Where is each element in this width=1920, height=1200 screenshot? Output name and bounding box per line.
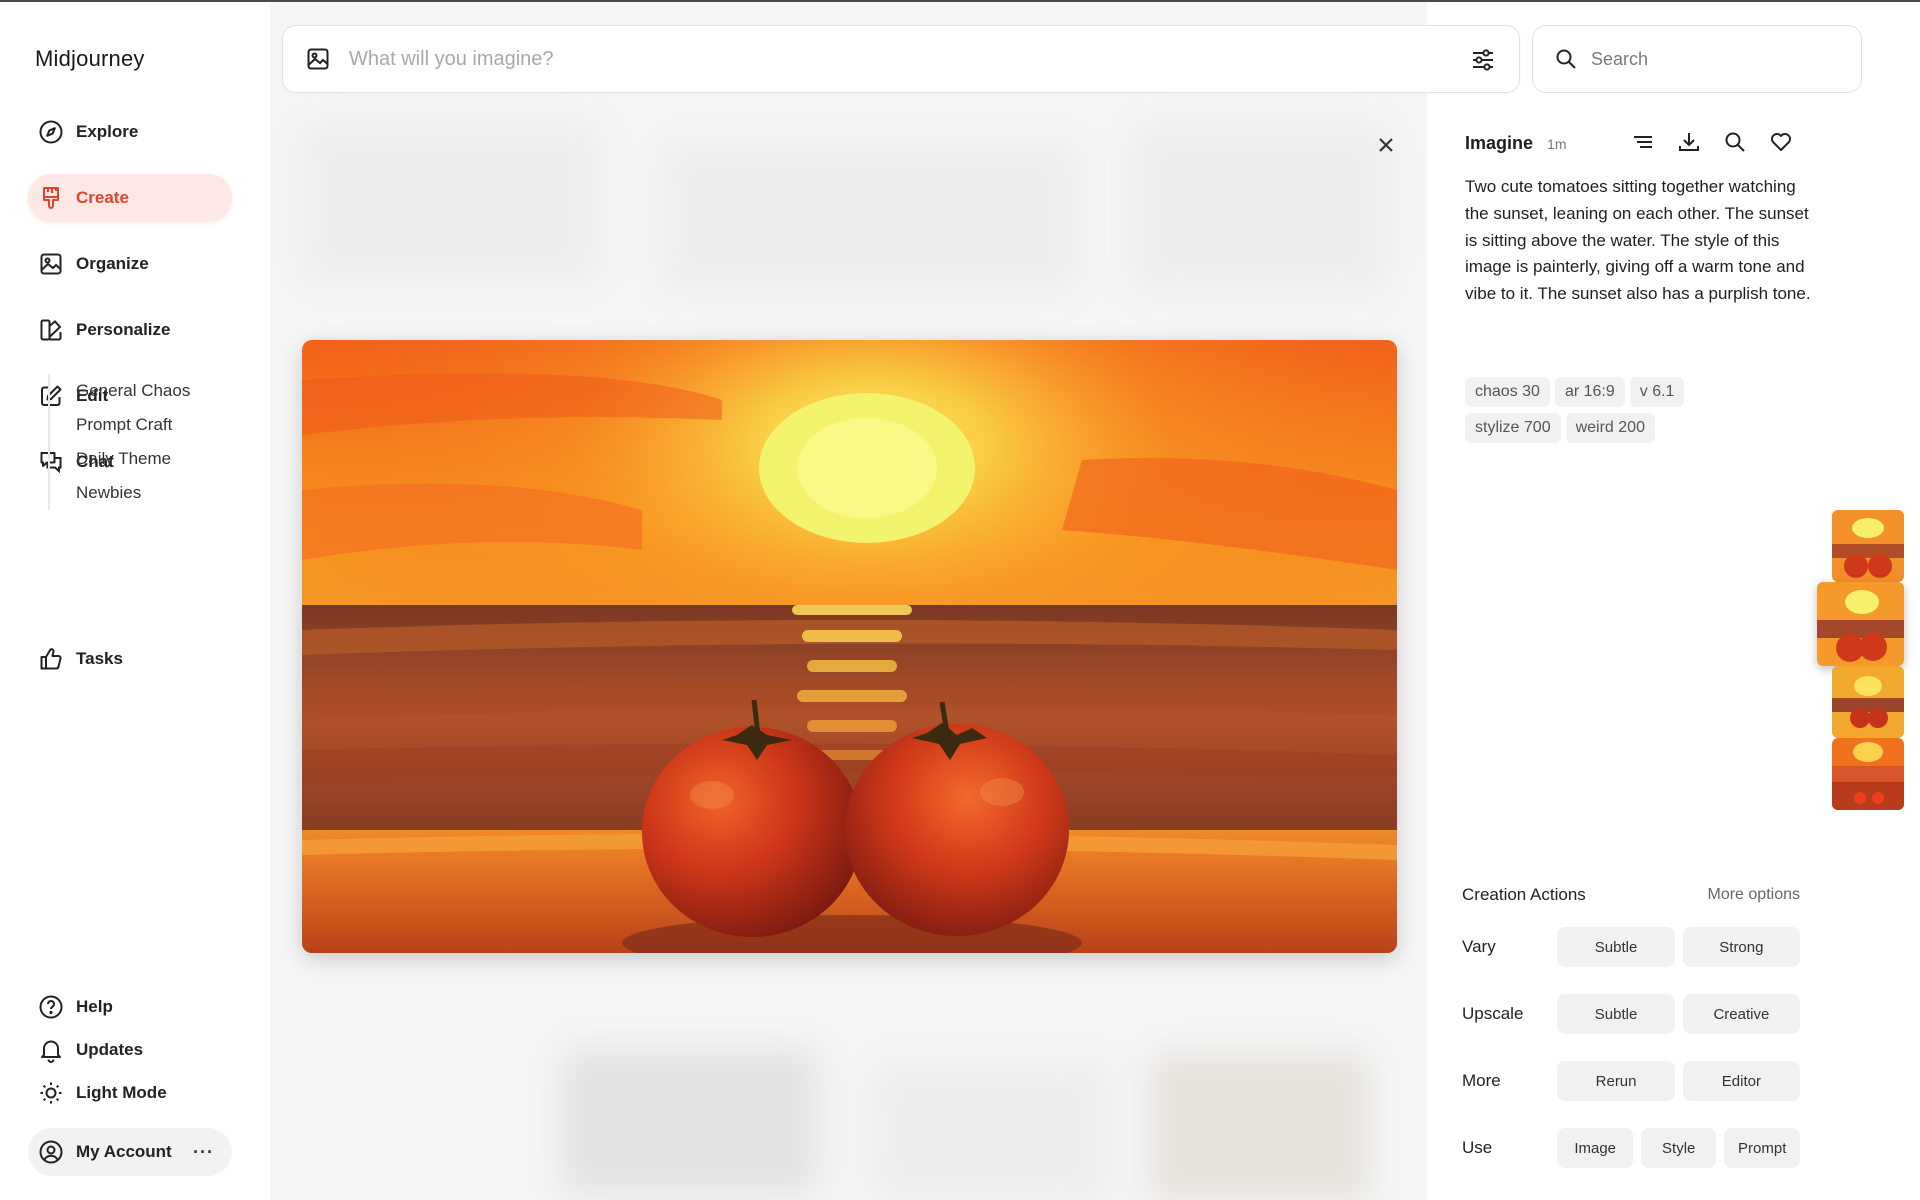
my-account-button[interactable]: My Account ··· (28, 1128, 232, 1176)
nav-item-personalize[interactable]: Personalize (28, 306, 232, 354)
param-tag[interactable]: chaos 30 (1465, 377, 1550, 407)
search-icon[interactable] (1722, 129, 1748, 155)
generated-image[interactable] (302, 340, 1397, 953)
paintbrush-icon (43, 187, 59, 209)
detail-toolbar (1630, 129, 1794, 155)
palette-icon (40, 319, 62, 341)
sliders-settings-icon[interactable] (1469, 46, 1497, 74)
brand-logo-text[interactable]: Midjourney (35, 46, 145, 72)
nav-label: Help (76, 997, 113, 1016)
variation-thumbnail[interactable] (1832, 666, 1904, 738)
row-label: More (1462, 1071, 1501, 1090)
nav-label: Personalize (76, 320, 171, 339)
vary-strong-button[interactable]: Strong (1682, 927, 1801, 967)
nav-label: Explore (76, 122, 139, 141)
nav-label: Tasks (76, 649, 123, 668)
image-upload-icon[interactable] (305, 46, 331, 72)
editor-button[interactable]: Editor (1682, 1061, 1801, 1101)
user-circle-icon (39, 1140, 63, 1164)
nav-label: Organize (76, 254, 149, 273)
blurred-feed-item (300, 122, 600, 282)
more-row: More Rerun Editor (1462, 1061, 1801, 1101)
prompt-bar (282, 25, 1520, 93)
close-icon[interactable] (1372, 131, 1400, 159)
nav-item-light-mode[interactable]: Light Mode (28, 1073, 232, 1113)
parameter-tags: chaos 30 ar 16:9 v 6.1 stylize 700 weird… (1465, 377, 1765, 443)
nav-item-create[interactable]: Create (28, 174, 232, 222)
chat-channel-list: General Chaos Prompt Craft Daily Theme N… (48, 374, 190, 510)
rerun-button[interactable]: Rerun (1557, 1061, 1675, 1101)
row-label: Use (1462, 1138, 1493, 1157)
detail-age: 1m (1547, 136, 1567, 152)
more-dots-icon[interactable]: ··· (193, 1142, 214, 1163)
download-icon[interactable] (1676, 129, 1702, 155)
sun-icon (40, 1082, 62, 1104)
search-icon (1556, 49, 1576, 69)
row-label: Vary (1462, 937, 1496, 956)
vary-row: Vary Subtle Strong (1462, 927, 1801, 967)
vary-subtle-button[interactable]: Subtle (1557, 927, 1675, 967)
param-tag[interactable]: v 6.1 (1629, 377, 1685, 407)
variation-thumbnail-selected[interactable] (1817, 582, 1904, 666)
heart-icon[interactable] (1768, 129, 1794, 155)
variation-thumbnail[interactable] (1832, 738, 1904, 810)
upscale-row: Upscale Subtle Creative (1462, 994, 1801, 1034)
nav-item-updates[interactable]: Updates (28, 1030, 232, 1070)
menu-lines-icon[interactable] (1630, 129, 1656, 155)
use-prompt-button[interactable]: Prompt (1724, 1128, 1800, 1168)
question-circle-icon (39, 995, 63, 1019)
nav-item-explore[interactable]: Explore (28, 108, 232, 156)
use-style-button[interactable]: Style (1640, 1128, 1717, 1168)
detail-title: Imagine (1465, 133, 1534, 153)
blurred-feed-item (560, 1047, 820, 1197)
creation-actions-header: Creation Actions More options (1462, 880, 1800, 910)
param-tag[interactable]: ar 16:9 (1554, 377, 1625, 407)
nav-label: Create (76, 188, 129, 207)
chat-channel-daily-theme[interactable]: Daily Theme (76, 442, 190, 476)
variation-thumbnail[interactable] (1832, 510, 1904, 582)
use-image-button[interactable]: Image (1557, 1128, 1633, 1168)
upscale-creative-button[interactable]: Creative (1682, 994, 1801, 1034)
more-options-link[interactable]: More options (1708, 886, 1801, 904)
blurred-feed-item (1130, 122, 1390, 292)
compass-icon (39, 120, 63, 144)
nav-label: Updates (76, 1040, 144, 1059)
chat-channel-prompt-craft[interactable]: Prompt Craft (76, 408, 190, 442)
search-input[interactable] (1591, 48, 1831, 70)
chat-channel-newbies[interactable]: Newbies (76, 476, 190, 510)
row-label: Upscale (1462, 1004, 1524, 1023)
account-label: My Account (76, 1142, 172, 1161)
param-tag[interactable]: weird 200 (1565, 413, 1655, 443)
image-icon (40, 253, 62, 275)
tomatoes-sunset-painting (302, 340, 1397, 953)
detail-header: Imagine 1m (1465, 133, 1566, 154)
thumbs-up-icon (40, 648, 62, 670)
param-tag[interactable]: stylize 700 (1465, 413, 1561, 443)
sidebar: Midjourney Explore Create Organize Perso… (0, 2, 270, 1200)
search-box (1532, 25, 1862, 93)
blurred-feed-item (660, 142, 1080, 292)
bell-icon (41, 1040, 61, 1063)
blurred-feed-item (870, 1062, 1110, 1200)
prompt-text[interactable]: Two cute tomatoes sitting together watch… (1465, 174, 1815, 308)
prompt-input[interactable] (349, 47, 1349, 71)
nav-item-organize[interactable]: Organize (28, 240, 232, 288)
upscale-subtle-button[interactable]: Subtle (1557, 994, 1675, 1034)
nav-label: Light Mode (76, 1083, 167, 1102)
chat-channel-general-chaos[interactable]: General Chaos (76, 374, 190, 408)
use-row: Use Image Style Prompt (1462, 1128, 1800, 1168)
nav-item-help[interactable]: Help (28, 987, 232, 1027)
blurred-feed-item (1150, 1052, 1370, 1200)
nav-item-tasks[interactable]: Tasks (28, 635, 232, 683)
creation-actions-title: Creation Actions (1462, 885, 1586, 904)
